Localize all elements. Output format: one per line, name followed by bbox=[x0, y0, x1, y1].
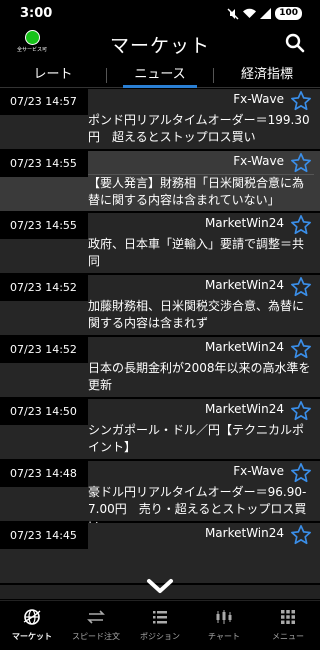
news-source: MarketWin24 bbox=[204, 216, 284, 230]
status-time: 3:00 bbox=[20, 6, 53, 21]
nav-label: メニュー bbox=[272, 632, 304, 641]
news-source: Fx-Wave bbox=[233, 154, 284, 168]
star-icon[interactable] bbox=[290, 338, 312, 360]
star-icon[interactable] bbox=[290, 90, 312, 112]
news-headline: 【要人発言】財務相「日米関税合意に為替に関する内容は含まれていない」 bbox=[88, 174, 314, 209]
page-title: マーケット bbox=[109, 35, 210, 57]
nav-chart[interactable]: チャート bbox=[192, 601, 256, 650]
star-icon[interactable] bbox=[290, 214, 312, 236]
news-source: MarketWin24 bbox=[204, 526, 284, 540]
news-item[interactable]: 07/23 14:52 MarketWin24 加藤財務相、日米関税交渉合意、為… bbox=[0, 275, 320, 337]
news-headline: ポンド円リアルタイムオーダー＝199.30円 超えるとストップロス買い bbox=[88, 113, 310, 144]
news-item[interactable]: 07/23 14:50 MarketWin24 シンガポール・ドル／円【テクニカ… bbox=[0, 399, 320, 461]
news-item[interactable]: 07/23 14:55 MarketWin24 政府、日本車「逆輸入」要請で調整… bbox=[0, 213, 320, 275]
news-source: Fx-Wave bbox=[233, 464, 284, 478]
news-item[interactable]: 07/23 14:57 Fx-Wave ポンド円リアルタイムオーダー＝199.3… bbox=[0, 89, 320, 151]
search-icon[interactable] bbox=[284, 32, 306, 54]
chart-icon bbox=[216, 610, 232, 624]
news-time: 07/23 14:57 bbox=[0, 89, 88, 115]
news-source: MarketWin24 bbox=[204, 278, 284, 292]
mute-icon bbox=[227, 8, 239, 19]
app-header: 全サービス可 マーケット bbox=[0, 28, 320, 64]
globe-icon bbox=[23, 609, 41, 625]
news-headline: シンガポール・ドル／円【テクニカルポイント】 bbox=[88, 423, 305, 454]
wifi-icon bbox=[243, 8, 257, 18]
nav-label: スピード注文 bbox=[72, 632, 120, 641]
star-icon[interactable] bbox=[290, 276, 312, 298]
nav-position[interactable]: ポジション bbox=[128, 601, 192, 650]
news-time: 07/23 14:50 bbox=[0, 399, 88, 425]
tab-bar: レート ニュース 経済指標 bbox=[0, 64, 320, 88]
battery-level: 100 bbox=[275, 7, 302, 20]
bottom-nav: マーケット スピード注文 ポジション チャート メニュー bbox=[0, 600, 320, 650]
tab-news[interactable]: ニュース bbox=[107, 64, 213, 88]
news-time: 07/23 14:55 bbox=[0, 213, 88, 239]
speed-order-icon bbox=[87, 610, 105, 624]
news-time: 07/23 14:55 bbox=[0, 151, 88, 177]
menu-grid-icon bbox=[281, 610, 295, 624]
news-source: Fx-Wave bbox=[233, 92, 284, 106]
star-icon[interactable] bbox=[290, 524, 312, 546]
nav-market[interactable]: マーケット bbox=[0, 601, 64, 650]
news-time: 07/23 14:52 bbox=[0, 337, 88, 363]
news-headline: 加藤財務相、日米関税交渉合意、為替に関する内容は含まれず bbox=[88, 299, 305, 330]
news-item[interactable]: 07/23 14:48 Fx-Wave 豪ドル円リアルタイムオーダー＝96.90… bbox=[0, 461, 320, 533]
news-source: MarketWin24 bbox=[204, 402, 284, 416]
signal-icon bbox=[260, 8, 272, 19]
news-time: 07/23 14:48 bbox=[0, 461, 88, 487]
nav-label: ポジション bbox=[140, 632, 180, 641]
tab-economic-indicators[interactable]: 経済指標 bbox=[214, 64, 320, 87]
nav-label: チャート bbox=[208, 632, 240, 641]
news-item[interactable]: 07/23 14:55 Fx-Wave 【要人発言】財務相「日米関税合意に為替に… bbox=[0, 151, 320, 213]
news-source: MarketWin24 bbox=[204, 340, 284, 354]
news-time: 07/23 14:52 bbox=[0, 275, 88, 301]
status-bar: 3:00 100 bbox=[0, 0, 320, 28]
news-item[interactable]: 07/23 14:45 MarketWin24 bbox=[0, 523, 320, 585]
nav-menu[interactable]: メニュー bbox=[256, 601, 320, 650]
star-icon[interactable] bbox=[290, 462, 312, 484]
star-icon[interactable] bbox=[290, 152, 312, 174]
position-list-icon bbox=[153, 611, 167, 624]
news-headline: 政府、日本車「逆輸入」要請で調整＝共同 bbox=[88, 237, 305, 268]
nav-label: マーケット bbox=[12, 632, 52, 641]
chevron-down-icon[interactable] bbox=[146, 578, 174, 594]
news-headline: 日本の長期金利が2008年以来の高水準を更新 bbox=[88, 361, 311, 392]
news-list[interactable]: 07/23 14:57 Fx-Wave ポンド円リアルタイムオーダー＝199.3… bbox=[0, 89, 320, 599]
news-item[interactable]: 07/23 14:52 MarketWin24 日本の長期金利が2008年以来の… bbox=[0, 337, 320, 399]
nav-speed-order[interactable]: スピード注文 bbox=[64, 601, 128, 650]
status-icons: 100 bbox=[227, 7, 302, 20]
star-icon[interactable] bbox=[290, 400, 312, 422]
tab-rate[interactable]: レート bbox=[0, 64, 106, 87]
news-time: 07/23 14:45 bbox=[0, 523, 88, 549]
